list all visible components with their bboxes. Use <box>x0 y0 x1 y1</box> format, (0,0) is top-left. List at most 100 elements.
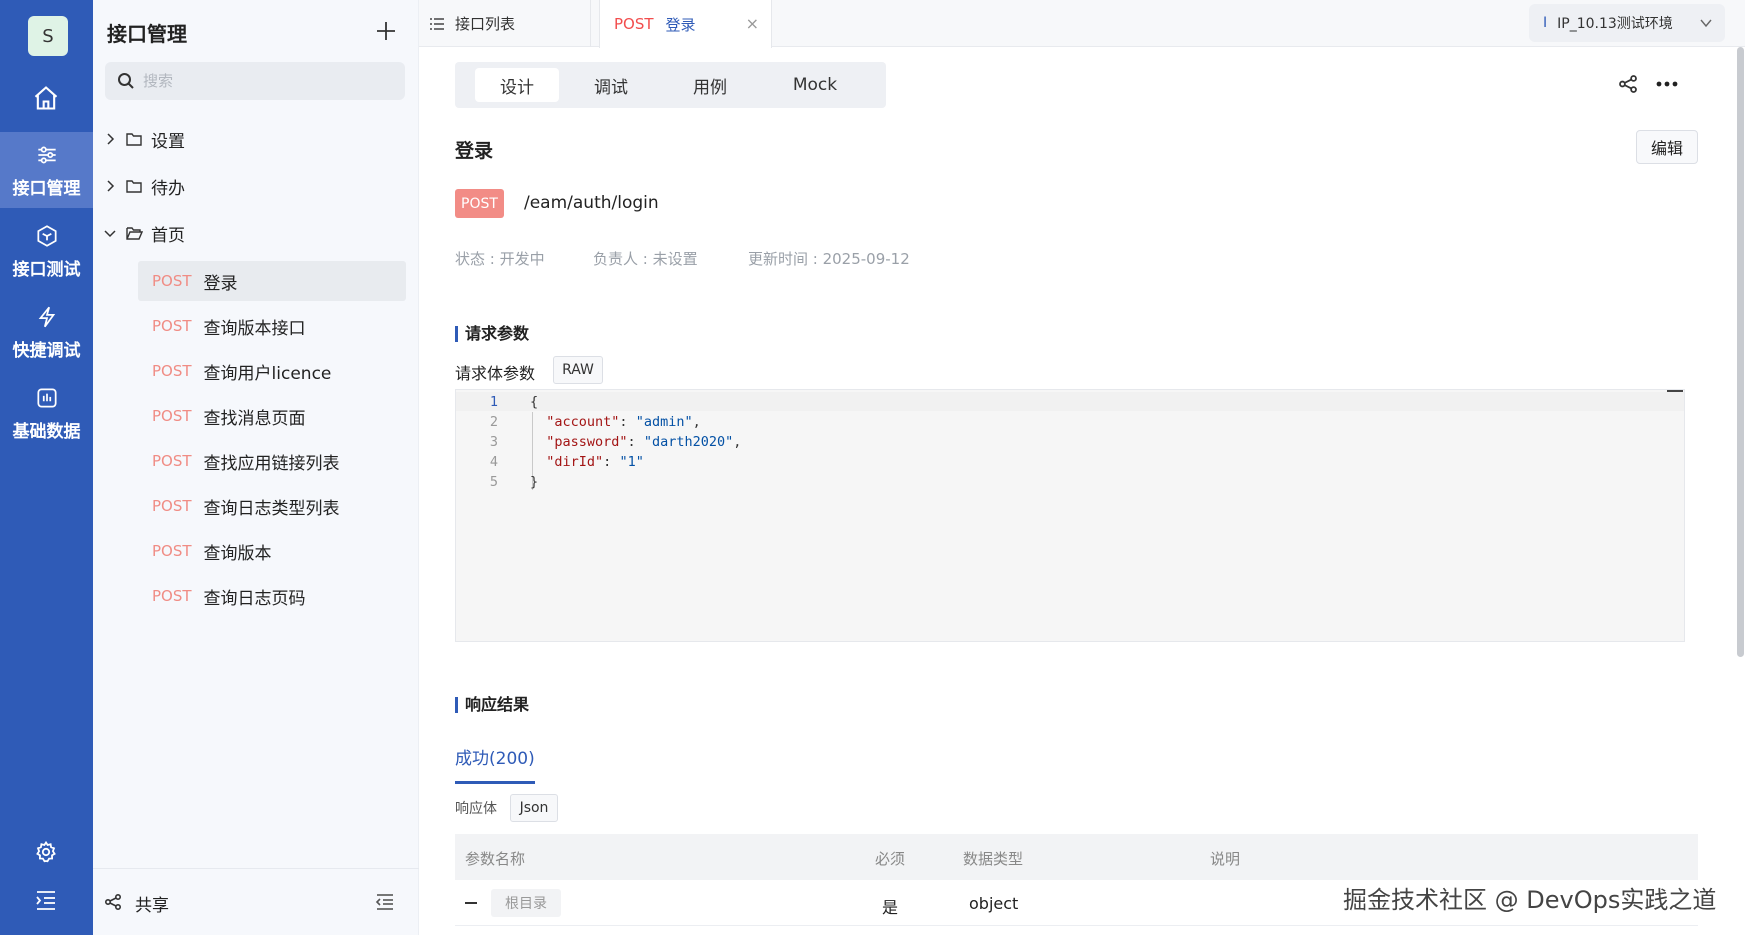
folder-settings[interactable]: 设置 <box>103 124 185 154</box>
environment-select[interactable]: I IP_10.13测试环境 <box>1529 4 1725 42</box>
tab-cases[interactable]: 用例 <box>668 68 752 102</box>
tabs-bar: 接口列表 POST 登录 × I IP_10.13测试环境 <box>419 0 1745 48</box>
line-number: 3 <box>489 434 498 450</box>
method-label: POST <box>152 452 192 470</box>
api-name: 查询日志页码 <box>203 588 306 609</box>
tab-mock[interactable]: Mock <box>767 68 863 102</box>
code-line: { <box>530 394 539 410</box>
response-section-title: 响应结果 <box>455 697 529 713</box>
tab-success-200[interactable]: 成功(200) <box>455 744 535 784</box>
tab-design[interactable]: 设计 <box>475 68 559 102</box>
folder-home[interactable]: 首页 <box>103 218 185 248</box>
method-badge: POST <box>455 189 504 218</box>
share-icon[interactable] <box>104 893 122 911</box>
line-number: 2 <box>489 414 498 430</box>
tab-api-list[interactable]: 接口列表 <box>419 0 591 47</box>
line-number: 1 <box>489 394 498 410</box>
request-section-title: 请求参数 <box>455 326 529 342</box>
api-item[interactable]: POST 查找消息页面 <box>138 396 406 436</box>
column-header: 必须 <box>875 850 906 868</box>
scrollbar[interactable] <box>1737 47 1744 657</box>
rail-item-label: 接口测试 <box>12 259 81 280</box>
type-cell: object <box>969 894 1019 913</box>
chevron-right-icon <box>107 180 115 192</box>
method-label: POST <box>152 542 192 560</box>
method-label: POST <box>152 317 192 335</box>
required-cell: 是 <box>882 898 899 917</box>
tab-method: POST <box>614 15 654 33</box>
api-item[interactable]: POST 查询用户licence <box>138 351 406 391</box>
folder-label: 首页 <box>151 225 185 246</box>
avatar[interactable]: S <box>28 16 68 56</box>
api-item[interactable]: POST 查询版本接口 <box>138 306 406 346</box>
left-rail: S 接口管理 接口测试 快捷调试 基础数据 <box>0 0 93 935</box>
share-icon[interactable] <box>1618 74 1638 94</box>
env-label: IP_10.13测试环境 <box>1557 16 1673 32</box>
tab-label: 登录 <box>665 15 696 34</box>
column-header: 数据类型 <box>963 850 1024 868</box>
method-label: POST <box>152 587 192 605</box>
search-icon <box>118 73 134 89</box>
tab-label: 接口列表 <box>455 15 516 33</box>
search-input[interactable] <box>143 72 373 90</box>
api-name: 查询版本 <box>203 543 272 564</box>
share-label[interactable]: 共享 <box>135 891 169 916</box>
rail-item-api-management[interactable]: 接口管理 <box>0 132 93 208</box>
menu-indent-icon[interactable] <box>30 884 62 916</box>
rail-item-label: 接口管理 <box>12 178 81 199</box>
chevron-right-icon <box>107 133 115 145</box>
param-name: 根目录 <box>491 889 561 917</box>
rail-item-label: 基础数据 <box>12 421 81 442</box>
folder-label: 设置 <box>151 131 185 152</box>
collapse-icon[interactable] <box>1667 390 1683 392</box>
folder-todo[interactable]: 待办 <box>103 171 185 201</box>
more-icon[interactable] <box>1655 74 1679 94</box>
close-icon[interactable]: × <box>746 14 759 33</box>
response-type-tag[interactable]: Json <box>510 794 558 822</box>
api-item[interactable]: POST 查找应用链接列表 <box>138 441 406 481</box>
tab-login[interactable]: POST 登录 × <box>599 0 772 48</box>
edit-button[interactable]: 编辑 <box>1636 130 1698 164</box>
search-box <box>105 62 405 100</box>
rail-item-base-data[interactable]: 基础数据 <box>0 375 93 451</box>
gear-icon[interactable] <box>30 836 62 868</box>
api-item[interactable]: POST 查询日志类型列表 <box>138 486 406 526</box>
body-type-tag[interactable]: RAW <box>553 356 603 384</box>
tab-debug[interactable]: 调试 <box>569 68 653 102</box>
folder-open-icon <box>126 227 143 240</box>
column-header: 说明 <box>1210 850 1241 868</box>
home-icon[interactable] <box>30 82 62 114</box>
collapse-menu-icon[interactable] <box>375 893 395 911</box>
status-text: 状态 : 开发中 <box>455 250 545 268</box>
segment-tabs: 设计 调试 用例 Mock <box>455 62 886 108</box>
code-line: "password": "darth2020", <box>546 434 742 450</box>
api-name: 查询版本接口 <box>203 318 306 339</box>
line-numbers: 1 2 3 4 5 <box>478 392 498 492</box>
chart-icon <box>36 387 57 408</box>
rail-item-quick-debug[interactable]: 快捷调试 <box>0 294 93 370</box>
watermark: 掘金技术社区 @ DevOps实践之道 <box>1343 886 1717 914</box>
rail-item-api-test[interactable]: 接口测试 <box>0 213 93 289</box>
owner-text: 负责人 : 未设置 <box>593 250 698 268</box>
response-body-label: 响应体 <box>455 801 497 817</box>
method-label: POST <box>152 362 192 380</box>
updated-text: 更新时间 : 2025-09-12 <box>748 250 910 268</box>
api-name: 登录 <box>203 273 238 294</box>
collapse-row-icon[interactable] <box>465 902 477 904</box>
line-number: 5 <box>489 474 498 490</box>
api-name: 查询日志类型列表 <box>203 498 340 519</box>
folder-icon <box>126 180 142 193</box>
sliders-icon <box>37 146 56 163</box>
folder-icon <box>126 133 142 146</box>
add-icon[interactable] <box>371 16 401 46</box>
lightning-icon <box>38 306 55 327</box>
api-item[interactable]: POST 登录 <box>138 261 406 301</box>
api-item[interactable]: POST 查询版本 <box>138 531 406 571</box>
tree-footer: 共享 <box>93 868 419 935</box>
code-editor[interactable]: 1 2 3 4 5 { "account": "admin", "passwor… <box>455 389 1685 642</box>
table-header: 参数名称 必须 数据类型 说明 <box>455 834 1698 880</box>
body-label: 请求体参数 <box>455 364 536 383</box>
api-item[interactable]: POST 查询日志页码 <box>138 576 406 616</box>
rail-item-label: 快捷调试 <box>12 340 81 361</box>
list-icon <box>430 17 444 30</box>
